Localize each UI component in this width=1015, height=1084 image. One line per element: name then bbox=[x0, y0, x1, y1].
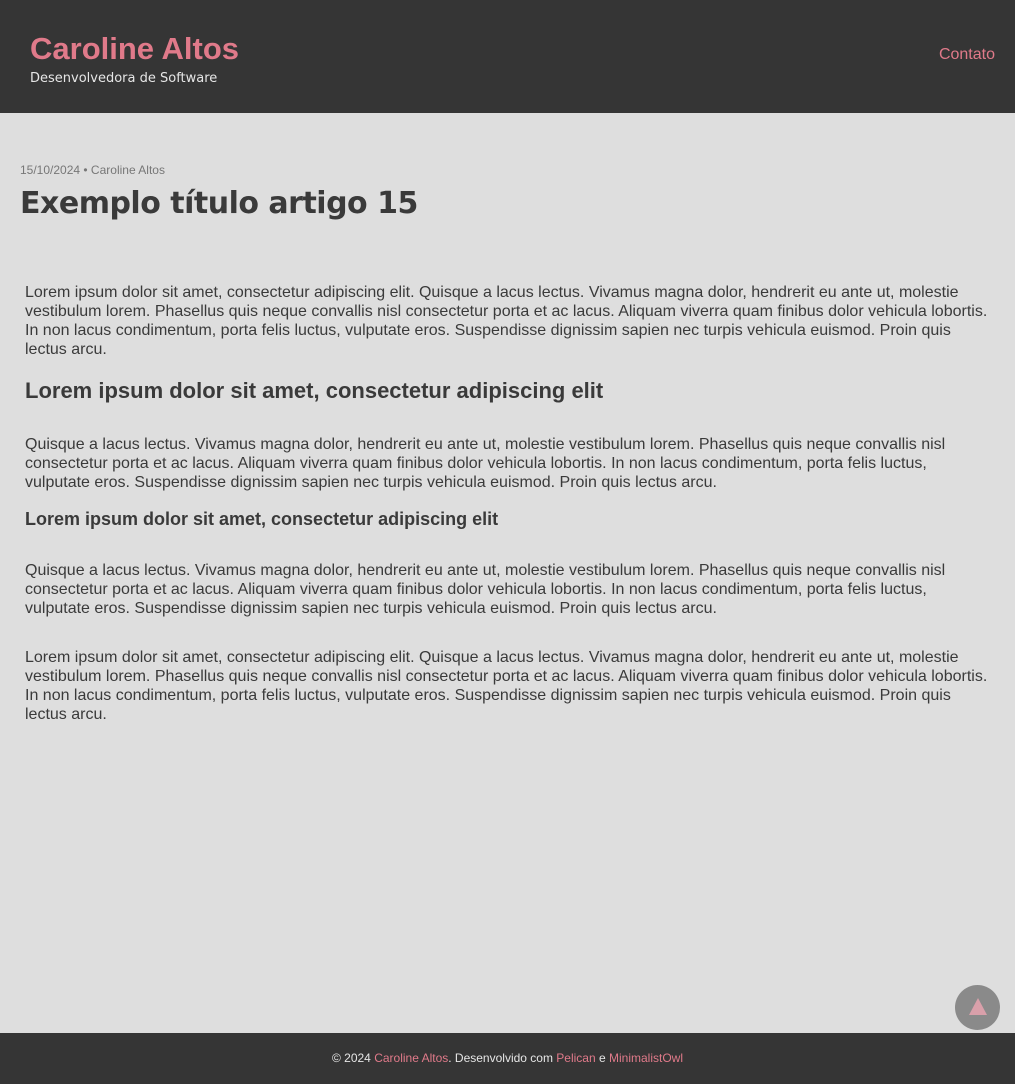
footer-author-link[interactable]: Caroline Altos bbox=[374, 1051, 448, 1065]
post-paragraph: Quisque a lacus lectus. Vivamus magna do… bbox=[25, 562, 946, 617]
site-title-link[interactable]: Caroline Altos bbox=[30, 31, 239, 67]
post-title: Exemplo título artigo 15 bbox=[20, 186, 418, 221]
footer-text: . Desenvolvido com bbox=[448, 1051, 557, 1065]
footer-text: e bbox=[595, 1051, 609, 1065]
footer-copyright: © 2024 bbox=[331, 1051, 375, 1065]
post-heading-2: Lorem ipsum dolor sit amet, consectetur … bbox=[25, 378, 604, 403]
back-to-top-button[interactable] bbox=[955, 985, 1000, 1030]
post-paragraph: Lorem ipsum dolor sit amet, consectetur … bbox=[25, 284, 988, 358]
post-meta: 15/10/2024 • Caroline Altos bbox=[20, 163, 165, 177]
post-heading-3: Lorem ipsum dolor sit amet, consectetur … bbox=[25, 509, 499, 529]
nav-link-contato[interactable]: Contato bbox=[939, 46, 995, 64]
triangle-up-icon bbox=[968, 998, 987, 1015]
site-subtitle: Desenvolvedora de Software bbox=[30, 71, 218, 86]
footer-pelican-link[interactable]: Pelican bbox=[556, 1051, 595, 1065]
post-paragraph: Lorem ipsum dolor sit amet, consectetur … bbox=[25, 649, 988, 723]
post-paragraph: Quisque a lacus lectus. Vivamus magna do… bbox=[25, 436, 946, 491]
site-footer: © 2024 Caroline Altos. Desenvolvido com … bbox=[0, 1033, 1015, 1084]
site-header: Caroline Altos Desenvolvedora de Softwar… bbox=[0, 0, 1015, 113]
footer-theme-link[interactable]: MinimalistOwl bbox=[609, 1051, 683, 1065]
